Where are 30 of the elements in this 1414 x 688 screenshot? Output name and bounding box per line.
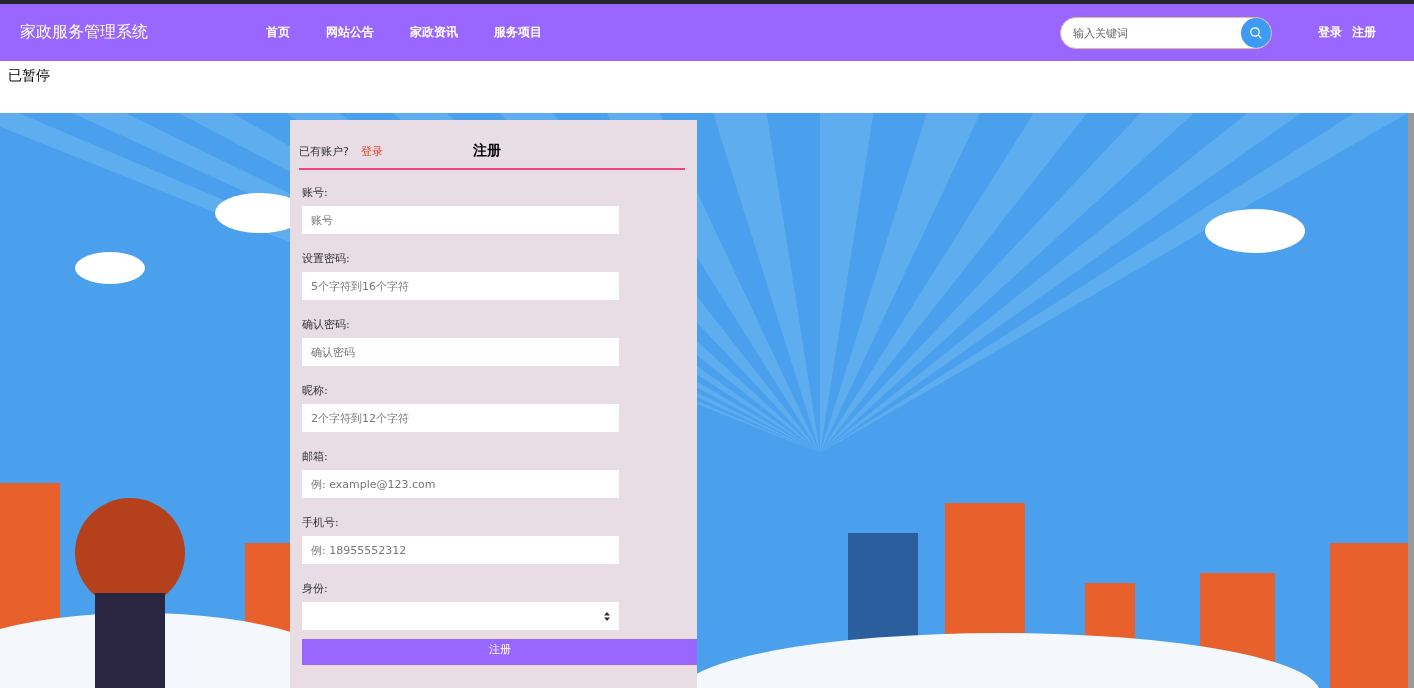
select-field[interactable]: [302, 602, 619, 630]
login-link[interactable]: 登录: [360, 143, 383, 159]
form-title: 注册: [472, 142, 501, 160]
account-link[interactable]: 登录: [1318, 24, 1342, 41]
updown-icon: [604, 611, 610, 621]
search-icon: [1249, 25, 1263, 40]
field-label: 邮箱:: [302, 450, 328, 463]
search-field[interactable]: 输入关键词: [1060, 16, 1272, 49]
field-label: 昵称:: [302, 384, 328, 397]
nav-link[interactable]: 服务项目: [494, 24, 542, 41]
input-field[interactable]: 2个字符到12个字符: [302, 404, 619, 432]
nav-link[interactable]: 首页: [266, 24, 290, 41]
field-label: 确认密码:: [302, 318, 350, 331]
nav-link[interactable]: 家政资讯: [410, 24, 458, 41]
input-field[interactable]: 账号: [302, 206, 619, 234]
submit-button[interactable]: 注册: [302, 638, 697, 665]
field-label: 手机号:: [302, 516, 339, 529]
scrollbar[interactable]: [1408, 113, 1414, 688]
input-field[interactable]: 确认密码: [302, 338, 619, 366]
input-field[interactable]: 例: example@123.com: [302, 470, 619, 498]
field-label: 账号:: [302, 186, 328, 199]
status-text: 已暂停: [8, 67, 50, 85]
site-title: 家政服务管理系统: [20, 22, 149, 43]
field-label: 设置密码:: [302, 252, 350, 265]
account-link[interactable]: 注册: [1352, 24, 1376, 41]
input-field[interactable]: 例: 18955552312: [302, 536, 619, 564]
nav-link[interactable]: 网站公告: [326, 24, 374, 41]
input-field[interactable]: 5个字符到16个字符: [302, 272, 619, 300]
account-prompt: 已有账户?: [299, 143, 349, 159]
field-label: 身份:: [302, 582, 328, 595]
